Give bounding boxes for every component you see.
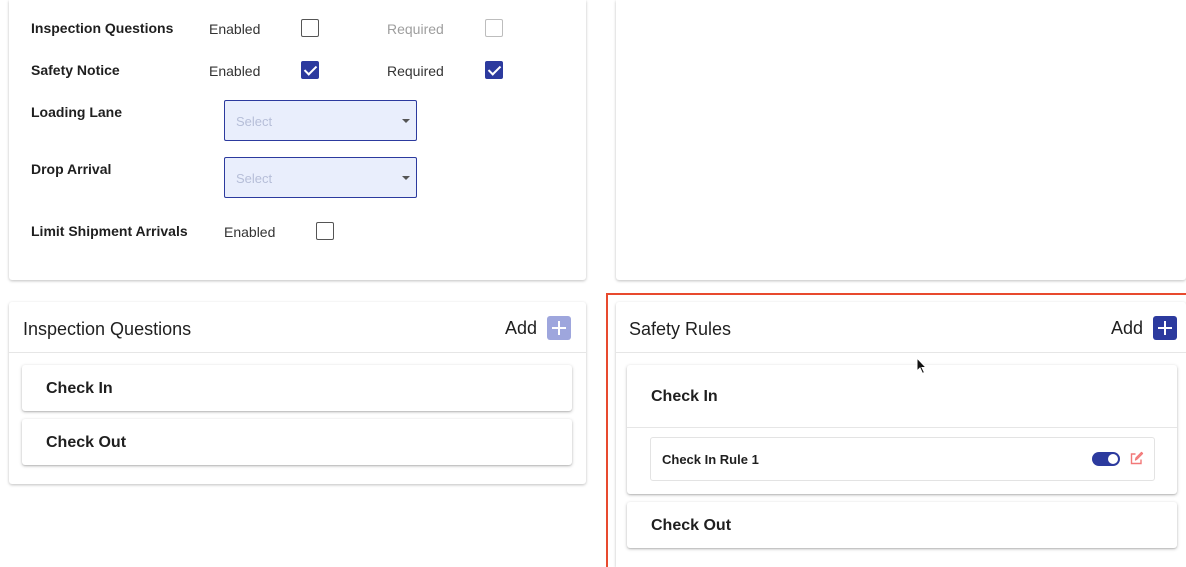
safety-check-out-panel[interactable]: Check Out xyxy=(627,502,1177,548)
inspection-check-out-panel[interactable]: Check Out xyxy=(22,419,572,465)
safety-check-in-panel[interactable]: Check In Check In Rule 1 xyxy=(627,365,1177,494)
safety-notice-label: Safety Notice xyxy=(31,62,120,78)
toggle-knob xyxy=(1108,454,1118,464)
check-in-rule-label: Check In Rule 1 xyxy=(662,452,759,467)
safety-notice-required-checkbox[interactable] xyxy=(485,61,503,79)
blank-card xyxy=(616,0,1186,280)
safety-check-in-title: Check In xyxy=(651,388,718,405)
card-divider xyxy=(616,352,1186,353)
card-divider xyxy=(9,352,586,353)
mouse-cursor-icon xyxy=(916,357,928,375)
loading-lane-select[interactable]: Select xyxy=(224,100,417,141)
inspection-questions-title: Inspection Questions xyxy=(23,319,192,339)
drop-arrival-label: Drop Arrival xyxy=(31,161,112,177)
drop-arrival-placeholder: Select xyxy=(236,171,273,186)
safety-notice-required-label: Required xyxy=(387,63,444,79)
inspection-check-in-title: Check In xyxy=(46,380,113,397)
limit-shipment-arrivals-label: Limit Shipment Arrivals xyxy=(31,223,188,239)
inspection-questions-required-checkbox[interactable] xyxy=(485,19,503,37)
edit-icon[interactable] xyxy=(1130,451,1144,465)
check-in-rule-row: Check In Rule 1 xyxy=(650,437,1155,481)
inspection-check-out-title: Check Out xyxy=(46,434,127,451)
safety-notice-enabled-checkbox[interactable] xyxy=(301,61,319,79)
limit-shipment-enabled-checkbox[interactable] xyxy=(316,222,334,240)
safety-rules-add-button[interactable] xyxy=(1153,316,1177,340)
panel-divider xyxy=(627,427,1177,428)
chevron-down-icon xyxy=(402,176,410,180)
safety-check-out-title: Check Out xyxy=(651,517,732,534)
inspection-questions-label: Inspection Questions xyxy=(31,20,174,36)
inspection-check-in-panel[interactable]: Check In xyxy=(22,365,572,411)
settings-card: Inspection Questions Enabled Required Sa… xyxy=(9,0,586,280)
inspection-questions-enabled-checkbox[interactable] xyxy=(301,19,319,37)
loading-lane-placeholder: Select xyxy=(236,114,273,129)
drop-arrival-select[interactable]: Select xyxy=(224,157,417,198)
inspection-questions-enabled-label: Enabled xyxy=(209,21,261,37)
safety-rules-add-label: Add xyxy=(1111,318,1144,338)
chevron-down-icon xyxy=(402,119,410,123)
inspection-questions-add-label: Add xyxy=(505,318,538,338)
inspection-questions-required-label: Required xyxy=(387,21,444,37)
safety-notice-enabled-label: Enabled xyxy=(209,63,261,79)
limit-shipment-enabled-label: Enabled xyxy=(224,224,276,240)
safety-rules-title: Safety Rules xyxy=(629,319,732,339)
safety-rules-card: Safety Rules Add Check In Check In Rule … xyxy=(616,302,1186,567)
check-in-rule-toggle[interactable] xyxy=(1092,452,1120,466)
inspection-questions-add-button[interactable] xyxy=(547,316,571,340)
inspection-questions-card: Inspection Questions Add Check In Check … xyxy=(9,302,586,484)
loading-lane-label: Loading Lane xyxy=(31,104,122,120)
